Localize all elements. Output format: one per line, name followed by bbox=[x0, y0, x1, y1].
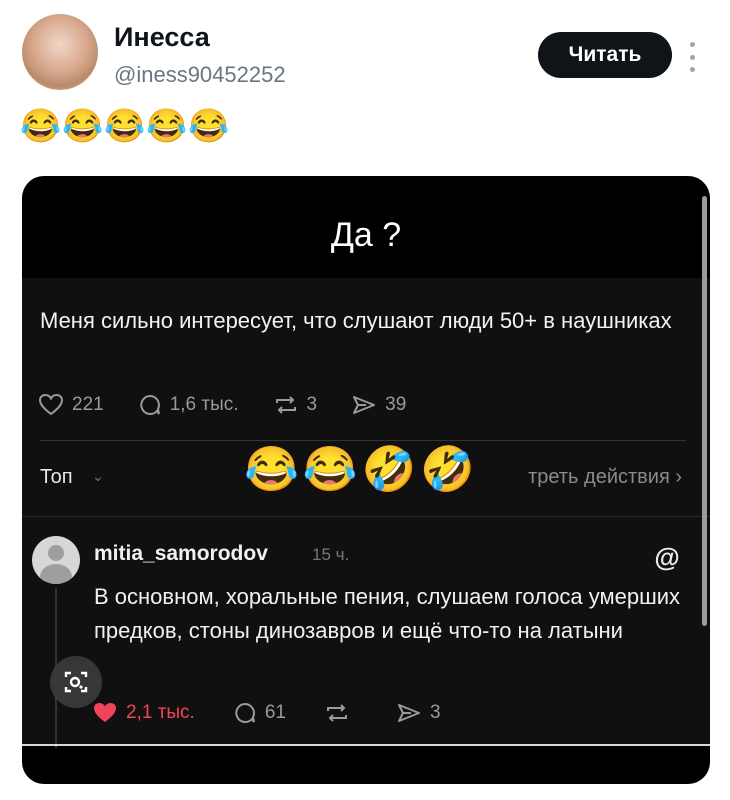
reply-timestamp: 15 ч. bbox=[312, 545, 350, 564]
post-text: Меня сильно интересует, что слушают люди… bbox=[40, 308, 672, 333]
threads-logo-icon: @ bbox=[654, 542, 680, 572]
reply-share-stat: 3 bbox=[396, 702, 441, 724]
post-reply-stat: 1,6 тыс. bbox=[138, 393, 239, 417]
tweet-media-image[interactable]: Да ? Меня сильно интересует, что слушают… bbox=[22, 176, 710, 784]
scrollbar[interactable] bbox=[702, 196, 707, 626]
lens-search-icon bbox=[64, 671, 88, 693]
post-share-count: 39 bbox=[385, 394, 407, 415]
reply-username: mitia_samorodov bbox=[94, 542, 268, 565]
post-reply-count: 1,6 тыс. bbox=[169, 394, 239, 415]
divider bbox=[22, 516, 710, 517]
post-like-count: 221 bbox=[72, 394, 104, 415]
follow-button[interactable]: Читать bbox=[538, 32, 672, 78]
send-icon bbox=[397, 704, 420, 722]
more-options-icon[interactable] bbox=[686, 42, 698, 72]
send-icon bbox=[353, 396, 376, 414]
visual-search-button[interactable] bbox=[50, 656, 102, 708]
tweet-text: 😂😂😂😂😂 bbox=[20, 107, 231, 144]
post-repost-count: 3 bbox=[306, 394, 318, 415]
avatar[interactable] bbox=[22, 14, 98, 90]
post-repost-stat: 3 bbox=[273, 394, 318, 416]
post-stats: 221 1,6 тыс. 3 39 bbox=[38, 390, 440, 420]
reply-avatar bbox=[32, 536, 80, 584]
divider bbox=[22, 744, 710, 746]
tweet-page: Инесса @iness90452252 Читать 😂😂😂😂😂 Да ? … bbox=[0, 0, 730, 800]
reply-like-stat: 2,1 тыс. bbox=[92, 701, 195, 725]
author-handle[interactable]: @iness90452252 bbox=[114, 62, 286, 88]
reply-text: В основном, хоральные пения, слушаем гол… bbox=[94, 584, 681, 643]
overlay-emojis: 😂😂🤣🤣 bbox=[244, 445, 480, 494]
reply-reply-count: 61 bbox=[264, 702, 286, 723]
post-share-stat: 39 bbox=[351, 394, 406, 416]
comment-icon bbox=[140, 394, 160, 415]
view-activity-link: треть действия › bbox=[528, 466, 682, 488]
threads-screenshot bbox=[22, 278, 710, 744]
reply-share-count: 3 bbox=[429, 702, 441, 723]
reply-stats: 2,1 тыс. 61 3 bbox=[92, 698, 479, 728]
reply-repost-stat bbox=[324, 702, 358, 724]
chevron-down-icon: ⌄ bbox=[92, 468, 104, 484]
comment-icon bbox=[235, 702, 255, 723]
reply-like-count: 2,1 тыс. bbox=[126, 702, 195, 723]
repost-icon bbox=[326, 704, 347, 722]
heart-icon bbox=[38, 393, 64, 416]
media-caption: Да ? bbox=[330, 216, 402, 254]
reply-reply-stat: 61 bbox=[233, 701, 286, 725]
divider bbox=[40, 440, 686, 441]
heart-filled-icon bbox=[94, 703, 116, 722]
author-display-name[interactable]: Инесса bbox=[114, 22, 210, 53]
post-like-stat: 221 bbox=[38, 393, 104, 417]
repost-icon bbox=[275, 396, 296, 414]
sort-dropdown-label: Топ bbox=[40, 466, 73, 488]
